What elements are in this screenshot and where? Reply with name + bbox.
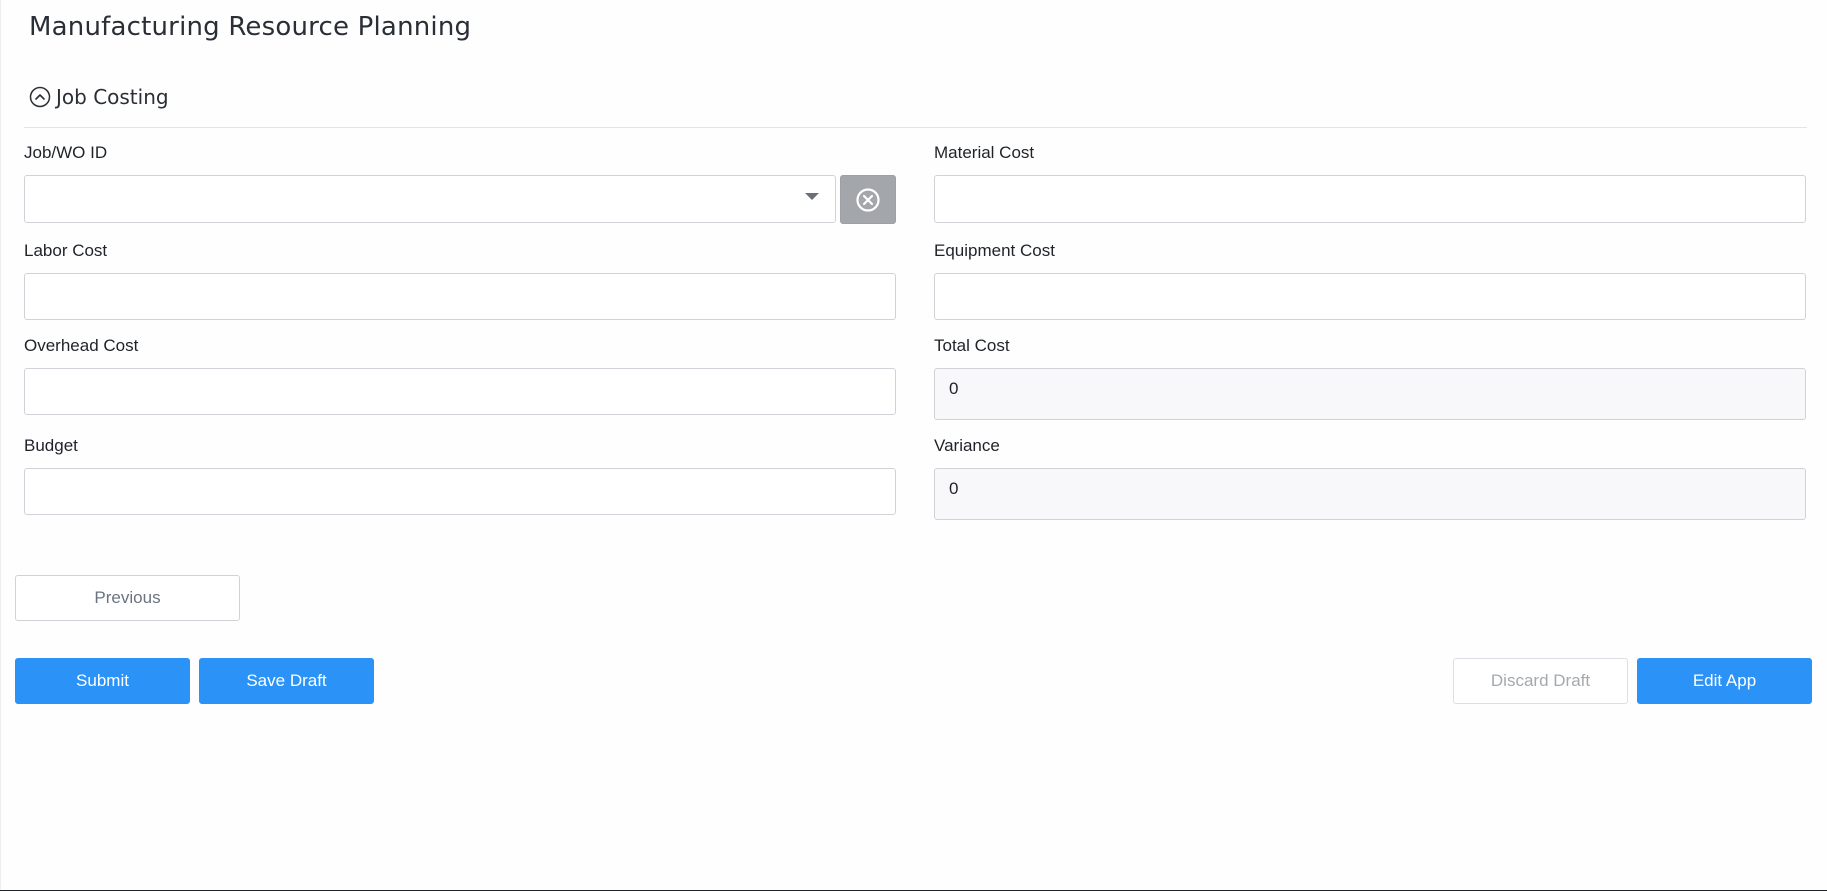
labor-cost-input[interactable] xyxy=(24,273,896,320)
dropdown-caret-icon xyxy=(805,193,819,200)
budget-input[interactable] xyxy=(24,468,896,515)
material-cost-input[interactable] xyxy=(934,175,1806,223)
overhead-cost-label: Overhead Cost xyxy=(24,336,139,355)
section-toggle-job-costing[interactable]: Job Costing xyxy=(29,82,169,112)
job-wo-id-select[interactable] xyxy=(24,175,836,223)
previous-button[interactable]: Previous xyxy=(15,575,240,621)
equipment-cost-label: Equipment Cost xyxy=(934,241,1055,260)
overhead-cost-input[interactable] xyxy=(24,368,896,415)
variance-label: Variance xyxy=(934,436,1000,455)
page-title: Manufacturing Resource Planning xyxy=(29,12,472,42)
section-title: Job Costing xyxy=(56,85,169,109)
left-border xyxy=(0,0,1,891)
material-cost-label: Material Cost xyxy=(934,143,1035,162)
close-circle-icon xyxy=(856,187,880,212)
budget-label: Budget xyxy=(24,436,78,455)
total-cost-label: Total Cost xyxy=(934,336,1010,355)
equipment-cost-input[interactable] xyxy=(934,273,1806,320)
edit-app-button[interactable]: Edit App xyxy=(1637,658,1812,704)
discard-draft-button[interactable]: Discard Draft xyxy=(1453,658,1628,704)
chevron-up-circle-icon xyxy=(29,86,51,108)
total-cost-value: 0 xyxy=(934,368,1806,420)
clear-job-wo-id-button[interactable] xyxy=(840,175,896,224)
form-page: Manufacturing Resource Planning Job Cost… xyxy=(0,0,1827,891)
section-divider xyxy=(24,127,1807,128)
submit-button[interactable]: Submit xyxy=(15,658,190,704)
variance-value: 0 xyxy=(934,468,1806,520)
labor-cost-label: Labor Cost xyxy=(24,241,108,260)
job-wo-id-label: Job/WO ID xyxy=(24,143,108,162)
save-draft-button[interactable]: Save Draft xyxy=(199,658,374,704)
